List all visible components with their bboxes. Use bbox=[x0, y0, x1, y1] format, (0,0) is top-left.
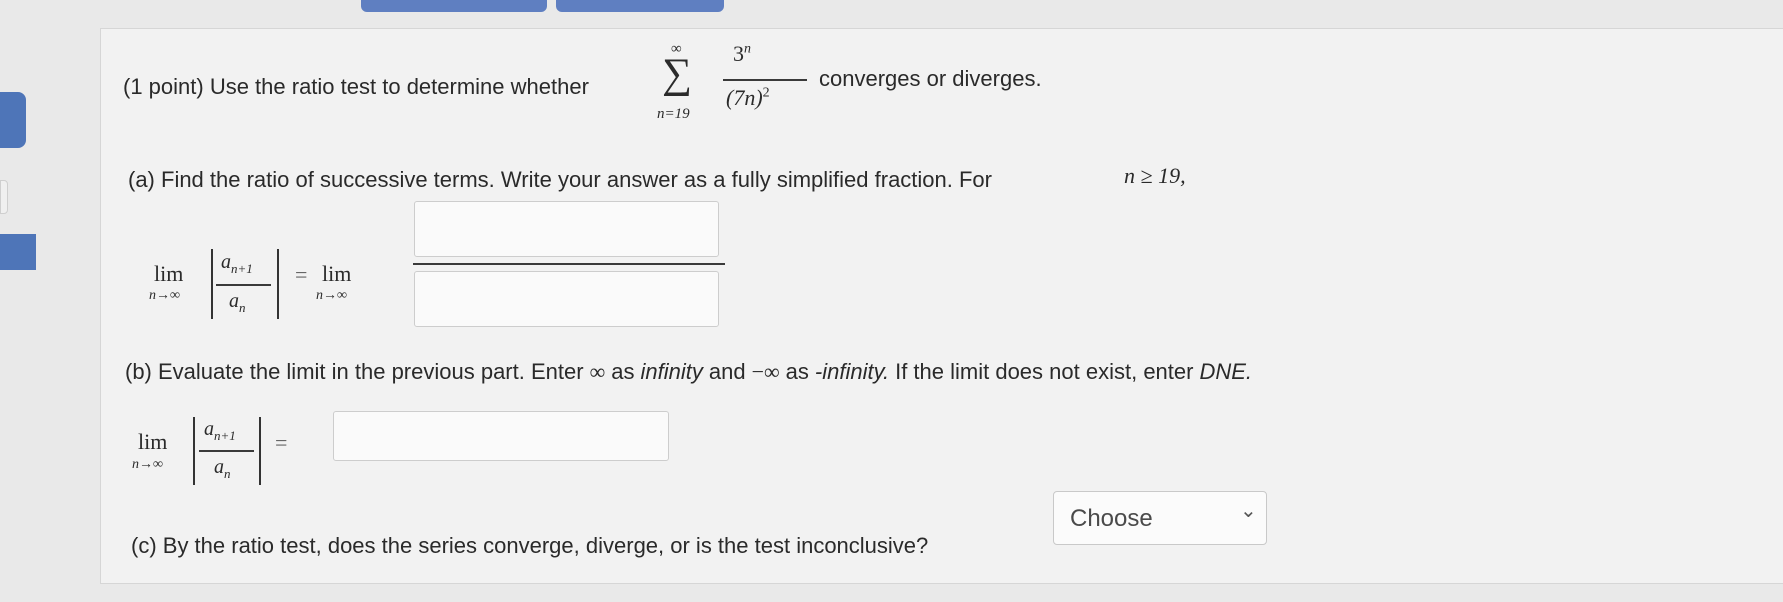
term-numerator: 3n bbox=[733, 41, 751, 66]
side-tab-lower[interactable] bbox=[0, 234, 36, 270]
lim-sub-b: n→∞ bbox=[132, 457, 163, 472]
top-tab-1[interactable] bbox=[361, 0, 547, 12]
answer-fraction-bar bbox=[413, 263, 725, 265]
denominator-answer-input[interactable] bbox=[414, 271, 719, 327]
equals-a: = bbox=[295, 262, 308, 287]
limit-answer-input[interactable] bbox=[333, 411, 669, 461]
part-b-infinity-word: infinity bbox=[640, 359, 703, 384]
abs-bar-left-b bbox=[193, 417, 195, 485]
sum-lower-limit: n=19 bbox=[657, 106, 690, 122]
convergence-select[interactable]: Choose ⌄ bbox=[1053, 491, 1267, 545]
select-value: Choose bbox=[1070, 505, 1153, 532]
part-a-condition: n ≥ 19, bbox=[1124, 163, 1186, 188]
numerator-answer-input[interactable] bbox=[414, 201, 719, 257]
lim-sub-a-right: n→∞ bbox=[316, 288, 347, 303]
lim-word-b: lim bbox=[138, 429, 168, 454]
intro-prefix: (1 point) Use the ratio test to determin… bbox=[123, 74, 589, 99]
intro-suffix: converges or diverges. bbox=[819, 66, 1042, 91]
part-b-text-1: (b) Evaluate the limit in the previous p… bbox=[125, 359, 584, 384]
top-tab-2[interactable] bbox=[556, 0, 724, 12]
ratio-numerator-b: an+1 bbox=[204, 418, 236, 443]
term-denominator: (7n)2 bbox=[726, 85, 770, 110]
term-fraction-bar bbox=[723, 79, 807, 81]
lim-word-a-right: lim bbox=[322, 261, 352, 286]
equals-b: = bbox=[275, 430, 288, 455]
part-b-text-and: and bbox=[708, 359, 746, 384]
ratio-bar-a bbox=[216, 284, 271, 286]
part-c-text: (c) By the ratio test, does the series c… bbox=[131, 533, 929, 558]
abs-bar-right-a bbox=[277, 249, 279, 319]
ratio-denominator-b: an bbox=[214, 456, 231, 481]
part-b-text-as-2: as bbox=[785, 359, 809, 384]
part-b-text-2: If the limit does not exist, enter bbox=[895, 359, 1194, 384]
problem-card: (1 point) Use the ratio test to determin… bbox=[100, 28, 1783, 584]
side-tab-ghost bbox=[0, 180, 8, 214]
sigma-symbol: ∑ bbox=[662, 51, 692, 97]
part-b-infinity-symbol: ∞ bbox=[589, 359, 606, 384]
ratio-denominator-a: an bbox=[229, 290, 246, 315]
ratio-bar-b bbox=[199, 450, 254, 452]
part-b-neg-infinity-word: -infinity. bbox=[814, 359, 890, 384]
part-b-instructions: (b) Evaluate the limit in the previous p… bbox=[125, 359, 1252, 385]
part-b-neg-infinity-symbol: −∞ bbox=[751, 359, 780, 384]
part-b-text-as: as bbox=[611, 359, 635, 384]
ratio-numerator-a: an+1 bbox=[221, 251, 253, 276]
abs-bar-left-a bbox=[211, 249, 213, 319]
part-b-dne-word: DNE. bbox=[1199, 359, 1253, 384]
part-a-text: (a) Find the ratio of successive terms. … bbox=[128, 167, 992, 192]
lim-word-a-left: lim bbox=[154, 261, 184, 286]
abs-bar-right-b bbox=[259, 417, 261, 485]
lim-sub-a-left: n→∞ bbox=[149, 288, 180, 303]
side-tab-upper[interactable] bbox=[0, 92, 26, 148]
chevron-down-icon: ⌄ bbox=[1240, 500, 1257, 522]
